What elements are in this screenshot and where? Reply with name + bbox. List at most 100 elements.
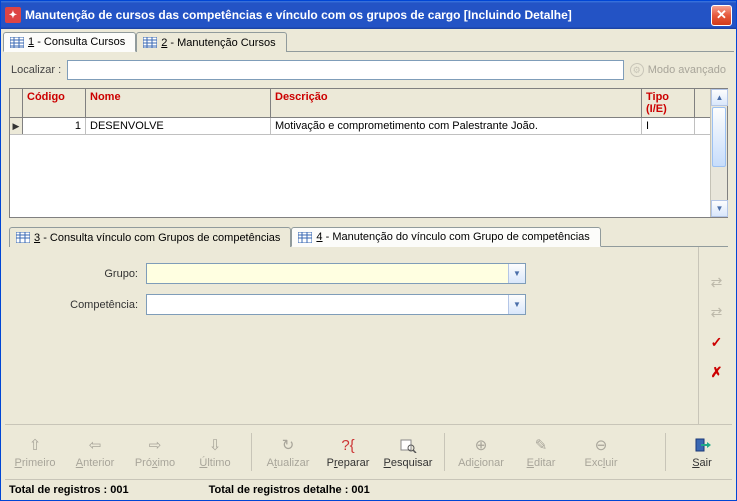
arrow-down-icon: ⇩ — [209, 435, 222, 455]
side-buttons: ⇄ ⇄ ✓ ✗ — [698, 247, 734, 424]
tab-manutencao-cursos[interactable]: 2 - Manutenção Cursos — [136, 32, 286, 52]
confirm-button[interactable]: ✓ — [707, 333, 727, 351]
btn-label: Atualizar — [267, 457, 310, 469]
search-input[interactable] — [67, 60, 624, 80]
advanced-mode-button: ⚙ Modo avançado — [630, 63, 726, 77]
move-up-icon: ⇄ — [707, 273, 727, 291]
cell-nome[interactable]: DESENVOLVE — [86, 118, 271, 134]
status-total-detalhe: Total de registros detalhe : 001 — [209, 484, 370, 496]
toolbar-separator — [251, 433, 252, 471]
competencia-label: Competência: — [23, 299, 138, 311]
scroll-up-icon[interactable]: ▲ — [711, 89, 728, 106]
row-header-corner — [10, 89, 23, 117]
search-label: Localizar : — [11, 64, 61, 76]
chevron-down-icon[interactable]: ▼ — [508, 295, 525, 314]
advanced-mode-label: Modo avançado — [648, 64, 726, 76]
arrow-up-icon: ⇧ — [29, 435, 42, 455]
btn-label: Editar — [527, 457, 556, 469]
btn-label: Pesquisar — [384, 457, 433, 469]
scroll-thumb[interactable] — [712, 107, 726, 167]
scrollbar-vertical[interactable]: ▲ ▼ — [710, 89, 727, 217]
cancel-button[interactable]: ✗ — [707, 363, 727, 381]
btn-label: Excluir — [584, 457, 617, 469]
app-window: ✦ Manutenção de cursos das competências … — [0, 0, 737, 501]
btn-label: Anterior — [76, 457, 115, 469]
col-descricao[interactable]: Descrição — [271, 89, 642, 117]
toolbar-separator — [444, 433, 445, 471]
form-fields: Grupo: ▼ Competência: ▼ — [3, 247, 698, 424]
competencia-input[interactable] — [147, 295, 508, 314]
chevron-down-icon[interactable]: ▼ — [508, 264, 525, 283]
pesquisar-button[interactable]: Pesquisar — [378, 435, 438, 469]
tab-label: 3 - Consulta vínculo com Grupos de compe… — [34, 232, 280, 244]
btn-label: Primeiro — [15, 457, 56, 469]
grid-icon — [16, 232, 30, 243]
grid-icon — [10, 37, 24, 48]
anterior-button: ⇦ Anterior — [65, 435, 125, 469]
form-row-competencia: Competência: ▼ — [23, 294, 678, 315]
ultimo-button: ⇩ Último — [185, 435, 245, 469]
form-row-grupo: Grupo: ▼ — [23, 263, 678, 284]
tab-label: 2 - Manutenção Cursos — [161, 37, 275, 49]
tab-label: 1 - Consulta Cursos — [28, 36, 125, 48]
grid-header: Código Nome Descrição Tipo (I/E) — [10, 89, 727, 118]
grupo-label: Grupo: — [23, 268, 138, 280]
col-nome[interactable]: Nome — [86, 89, 271, 117]
proximo-button: ⇨ Próximo — [125, 435, 185, 469]
btn-label: Último — [199, 457, 230, 469]
titlebar: ✦ Manutenção de cursos das competências … — [1, 1, 736, 29]
col-codigo[interactable]: Código — [23, 89, 86, 117]
statusbar: Total de registros : 001 Total de regist… — [3, 480, 734, 500]
row-indicator-icon: ▶ — [10, 118, 23, 134]
cell-tipo[interactable]: I — [642, 118, 695, 134]
grid-body: ▶ 1 DESENVOLVE Motivação e comprometimen… — [10, 118, 727, 217]
excluir-button: ⊖ Excluir — [571, 435, 631, 469]
move-down-icon: ⇄ — [707, 303, 727, 321]
btn-label: Próximo — [135, 457, 175, 469]
arrow-right-icon: ⇨ — [149, 435, 162, 455]
add-icon: ⊕ — [475, 435, 488, 455]
editar-button: ✎ Editar — [511, 435, 571, 469]
cell-codigo[interactable]: 1 — [23, 118, 86, 134]
exit-icon — [693, 435, 711, 455]
tabstrip-bottom: 3 - Consulta vínculo com Grupos de compe… — [9, 226, 728, 247]
window-title: Manutenção de cursos das competências e … — [25, 8, 711, 22]
scroll-down-icon[interactable]: ▼ — [711, 200, 728, 217]
grupo-combo[interactable]: ▼ — [146, 263, 526, 284]
toolbar-separator — [665, 433, 666, 471]
adicionar-button: ⊕ Adicionar — [451, 435, 511, 469]
preparar-button[interactable]: ?{ Preparar — [318, 435, 378, 469]
tab-manutencao-vinculo[interactable]: 4 - Manutenção do vínculo com Grupo de c… — [291, 227, 600, 247]
grid-icon — [143, 37, 157, 48]
gear-icon: ⚙ — [630, 63, 644, 77]
primeiro-button: ⇧ Primeiro — [5, 435, 65, 469]
arrow-left-icon: ⇦ — [89, 435, 102, 455]
edit-icon: ✎ — [535, 435, 548, 455]
btn-label: Adicionar — [458, 457, 504, 469]
delete-icon: ⊖ — [595, 435, 608, 455]
atualizar-button: ↻ Atualizar — [258, 435, 318, 469]
tab-label: 4 - Manutenção do vínculo com Grupo de c… — [316, 231, 589, 243]
table-row[interactable]: ▶ 1 DESENVOLVE Motivação e comprometimen… — [10, 118, 727, 135]
search-row: Localizar : ⚙ Modo avançado — [3, 56, 734, 88]
app-icon: ✦ — [5, 7, 21, 23]
tab-consulta-cursos[interactable]: 1 - Consulta Cursos — [3, 32, 136, 52]
grid-icon — [298, 232, 312, 243]
grid-cursos: Código Nome Descrição Tipo (I/E) ▶ 1 DES… — [9, 88, 728, 218]
cell-descricao[interactable]: Motivação e comprometimento com Palestra… — [271, 118, 642, 134]
tabstrip-top: 1 - Consulta Cursos 2 - Manutenção Curso… — [3, 31, 734, 52]
sair-button[interactable]: Sair — [672, 435, 732, 469]
btn-label: Sair — [692, 457, 712, 469]
toolbar: ⇧ Primeiro ⇦ Anterior ⇨ Próximo ⇩ Último… — [5, 424, 732, 480]
competencia-combo[interactable]: ▼ — [146, 294, 526, 315]
search-icon — [399, 435, 417, 455]
btn-label: Preparar — [327, 457, 370, 469]
close-button[interactable]: ✕ — [711, 5, 732, 26]
grupo-input[interactable] — [147, 264, 508, 283]
col-tipo[interactable]: Tipo (I/E) — [642, 89, 695, 117]
status-total-registros: Total de registros : 001 — [9, 484, 129, 496]
refresh-icon: ↻ — [282, 435, 295, 455]
prepare-icon: ?{ — [341, 435, 354, 455]
tab-consulta-vinculo[interactable]: 3 - Consulta vínculo com Grupos de compe… — [9, 227, 291, 247]
client-area: 1 - Consulta Cursos 2 - Manutenção Curso… — [1, 29, 736, 500]
